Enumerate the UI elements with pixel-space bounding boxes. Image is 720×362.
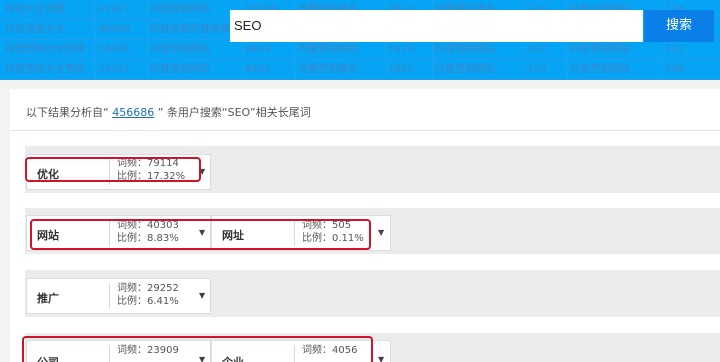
keyword-stats: 词频：29252 比例：6.41% [117, 282, 179, 308]
background-table-cell: 24695 [98, 44, 130, 55]
background-table-row: 抖音营销大全营销 24695 抖音营销网站 8443 流量营销策划 1974 抖音营销网站 1… [0, 40, 720, 60]
card-separator [109, 283, 110, 309]
background-table-cell: 抖音商城网站 [150, 4, 210, 15]
keyword-ratio: 比例：6.41% [117, 296, 179, 307]
background-table-line [0, 79, 720, 80]
chevron-down-icon[interactable]: ▼ [378, 355, 384, 362]
summary-prefix: 以下结果分析自“ [26, 106, 113, 119]
keyword-freq: 词频：29252 [117, 283, 179, 294]
background-table-cell: 抖音商城抖音商城 [150, 24, 230, 35]
search-input[interactable]: SEO [230, 10, 643, 42]
keyword-group-3: 推广 词频：29252 比例：6.41% ▼ [25, 270, 720, 317]
background-table-cell: 抖音营销网站 [435, 64, 495, 75]
chevron-down-icon[interactable]: ▼ [199, 291, 205, 300]
highlight-box [30, 219, 371, 250]
results-summary: 以下结果分析自“ 456686 ” 条用户搜索“SEO”相关长尾词 [26, 104, 311, 120]
chevron-down-icon[interactable]: ▼ [378, 228, 384, 237]
background-table-cell: 41617 [98, 4, 130, 15]
background-table-cell: 8401 [245, 64, 271, 75]
highlight-box [25, 157, 201, 182]
keyword-label: 推广 [37, 292, 59, 305]
background-table-divider [95, 0, 96, 80]
background-table-cell: 103 [528, 64, 548, 75]
background-table-cell: 抖音营销网站 [150, 44, 210, 55]
background-table-cell: 流量营销策划 [298, 64, 358, 75]
background-table-cell: 24592 [98, 64, 130, 75]
background-table-row: 抖音营销大全营销 24592 抖音营销网站 8401 流量营销策划 1901 抖音营销网站 1… [0, 60, 720, 80]
background-table-cell: 抖音营销网站 [435, 44, 495, 55]
background-table-cell: 抖音营销网站 [570, 64, 630, 75]
divider [10, 130, 720, 131]
search-count-link[interactable]: 456686 [112, 106, 154, 119]
background-table-cell: 1974 [388, 44, 414, 55]
keyword-card[interactable]: 推广 词频：29252 比例：6.41% ▼ [26, 278, 211, 314]
background-table-cell: 1901 [388, 64, 414, 75]
background-table-cell: 抖音大全流量 [5, 4, 65, 15]
background-table-cell: 抖音营销网站 [570, 44, 630, 55]
search-button[interactable]: 搜索 [644, 10, 714, 42]
background-table-cell: 流量营销策划 [298, 44, 358, 55]
background-table-cell: 40889 [98, 24, 130, 35]
summary-suffix: ” 条用户搜索“SEO”相关长尾词 [154, 106, 311, 119]
background-table-divider [147, 0, 148, 80]
background-table-cell: 108 [665, 64, 685, 75]
background-table-cell: 抖音营销网站 [150, 64, 210, 75]
background-table-cell: 8443 [245, 44, 271, 55]
background-table-cell: 抖音流量大全 [5, 24, 65, 35]
highlight-box [22, 336, 373, 362]
background-table-cell: 107 [528, 44, 548, 55]
header-bar: 抖音大全流量41617抖音商城网站15209流量网站排名7817流量网站排名13… [0, 0, 720, 80]
background-table-cell: 112 [665, 44, 685, 55]
background-table-cell: 抖音营销大全营销 [5, 64, 85, 75]
background-table-cell: 抖音营销大全营销 [5, 44, 85, 55]
